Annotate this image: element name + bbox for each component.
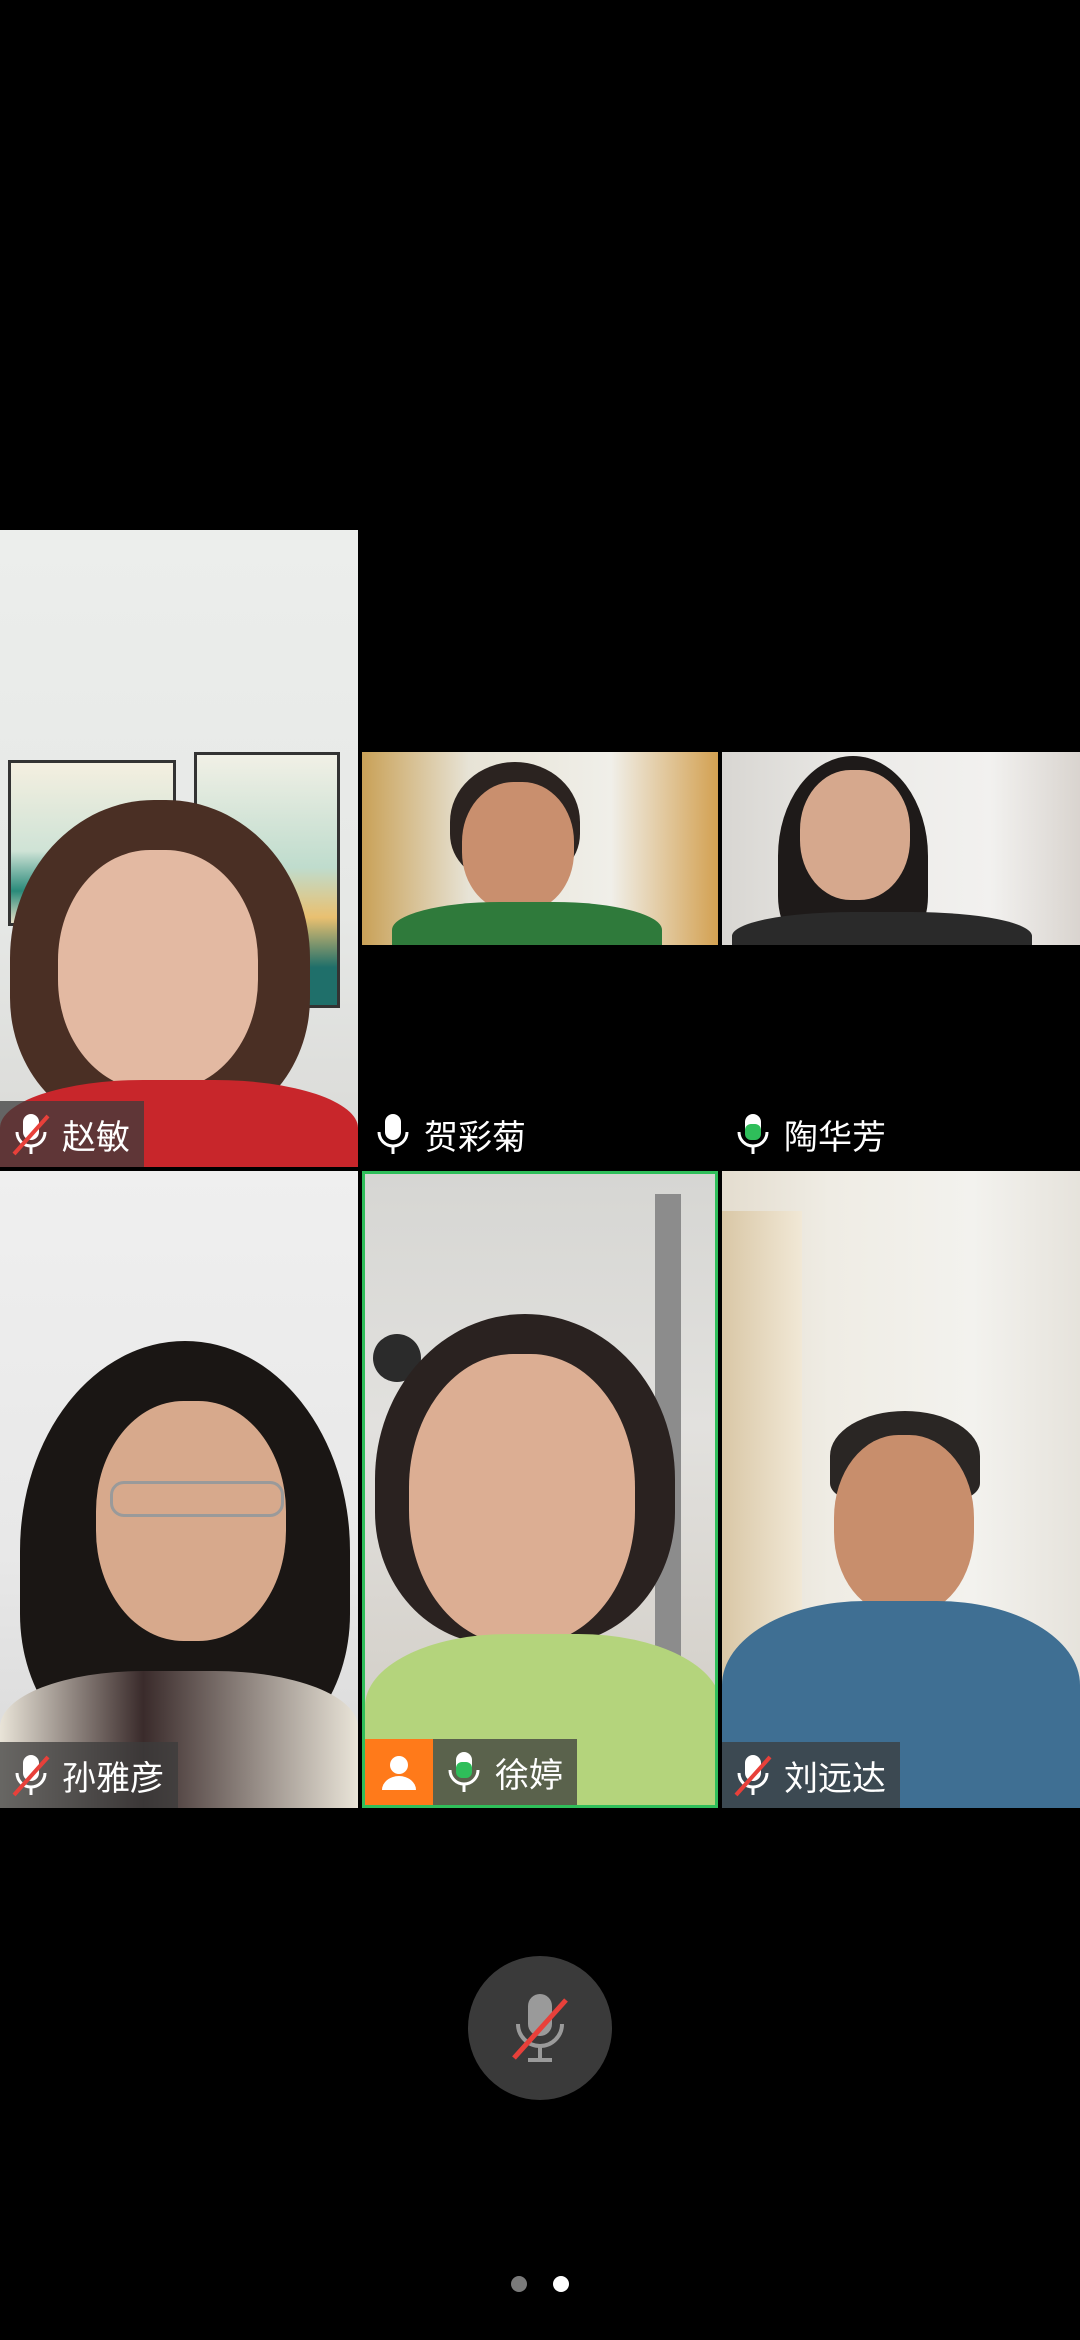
mic-muted-icon	[10, 1751, 52, 1799]
video-feed	[362, 752, 718, 945]
participant-video	[365, 1314, 715, 1805]
video-feed	[722, 752, 1080, 945]
host-badge	[365, 1739, 433, 1805]
participant-name: 贺彩菊	[424, 1117, 526, 1158]
name-tag: 孙雅彦	[0, 1742, 178, 1808]
mic-muted-icon	[732, 1751, 774, 1799]
participant-name: 刘远达	[784, 1758, 886, 1799]
name-tag: 赵敏	[0, 1101, 144, 1167]
mic-icon	[372, 1110, 414, 1158]
name-tag: 贺彩菊	[362, 1101, 540, 1167]
mute-toggle-button[interactable]	[468, 1956, 612, 2100]
page-dot-2[interactable]	[553, 2276, 569, 2292]
participant-name: 孙雅彦	[62, 1758, 164, 1799]
mic-speaking-icon	[732, 1110, 774, 1158]
mic-speaking-icon	[443, 1748, 485, 1796]
participant-name: 赵敏	[62, 1117, 130, 1158]
video-tile-taohuafang[interactable]: 陶华芳	[722, 752, 1080, 1167]
video-tile-liuyuanda[interactable]: 刘远达	[722, 1171, 1080, 1808]
participant-video	[0, 1331, 358, 1808]
person-icon	[382, 1756, 416, 1790]
video-tile-xuting[interactable]: 徐婷	[362, 1171, 718, 1808]
participant-name: 陶华芳	[784, 1117, 886, 1158]
video-tile-sunyayan[interactable]: 孙雅彦	[0, 1171, 358, 1808]
name-tag: 刘远达	[722, 1742, 900, 1808]
name-tag: 陶华芳	[722, 1101, 900, 1167]
video-tile-hecaiju[interactable]: 贺彩菊	[362, 752, 718, 1167]
name-tag: 徐婷	[433, 1739, 577, 1805]
mic-muted-icon	[512, 1994, 568, 2062]
page-dot-1[interactable]	[511, 2276, 527, 2292]
video-tile-zhaomin[interactable]: 赵敏	[0, 530, 358, 1167]
page-indicator[interactable]	[0, 2276, 1080, 2292]
video-grid: 赵敏 贺彩菊 陶华芳 孙雅彦 徐婷 刘远达	[0, 530, 1080, 1810]
mic-muted-icon	[10, 1110, 52, 1158]
participant-name: 徐婷	[495, 1755, 563, 1796]
